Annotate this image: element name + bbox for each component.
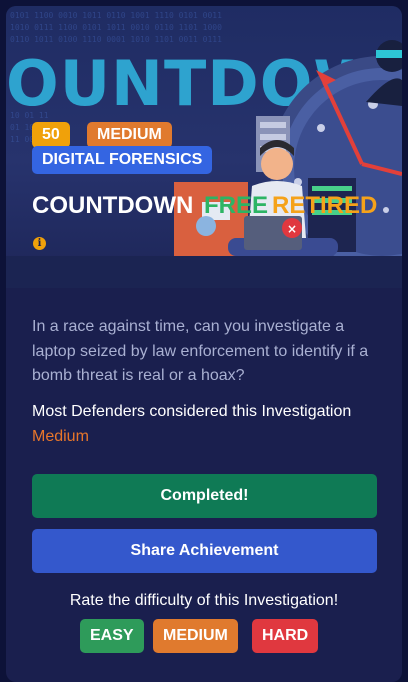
community-difficulty-text: Most Defenders considered this Investiga… xyxy=(32,403,352,420)
free-tag: FREE xyxy=(204,192,269,219)
points-badge: 50 xyxy=(32,122,70,148)
svg-text:0101 1100 0010 1011 0110 1001: 0101 1100 0010 1011 0110 1001 1110 0101 … xyxy=(10,11,222,20)
info-icon[interactable]: i xyxy=(33,237,46,250)
community-difficulty: Most Defenders considered this Investiga… xyxy=(32,399,382,449)
investigation-title: COUNTDOWN xyxy=(32,192,194,219)
svg-text:0110 1011 0100 1110 0001 1010: 0110 1011 0100 1110 0001 1010 1101 0011 … xyxy=(10,35,222,44)
hero-banner: 0101 1100 0010 1011 0110 1001 1110 0101 … xyxy=(6,6,402,288)
investigation-card: 0101 1100 0010 1011 0110 1001 1110 0101 … xyxy=(6,6,402,682)
difficulty-badge: MEDIUM xyxy=(87,122,172,148)
community-difficulty-level: Medium xyxy=(32,428,89,445)
rate-medium-button[interactable]: MEDIUM xyxy=(153,619,238,653)
rate-easy-button[interactable]: EASY xyxy=(80,619,144,653)
rate-difficulty-prompt: Rate the difficulty of this Investigatio… xyxy=(69,592,339,609)
rate-hard-button[interactable]: HARD xyxy=(252,619,319,653)
svg-text:×: × xyxy=(287,222,297,236)
investigation-description: In a race against time, can you investig… xyxy=(32,318,369,384)
share-achievement-button[interactable]: Share Achievement xyxy=(32,529,377,573)
category-badge: DIGITAL FORENSICS xyxy=(32,146,213,174)
svg-text:1010 0111 1100 0101 1011 0010: 1010 0111 1100 0101 1011 0010 0110 1101 … xyxy=(10,23,222,32)
completed-button[interactable]: Completed! xyxy=(32,474,377,518)
retired-tag: RETIRED xyxy=(272,192,378,219)
